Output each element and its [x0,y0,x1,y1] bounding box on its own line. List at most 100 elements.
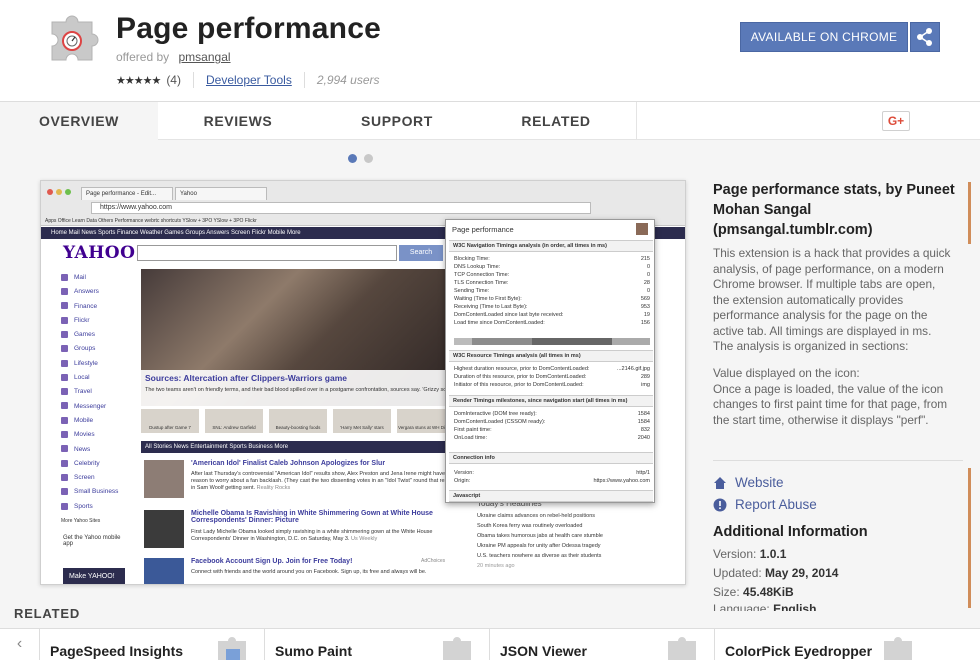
popup-avatar [636,223,648,235]
flickr-icon [61,316,68,324]
news-icon [61,445,68,453]
puzzle-extension-icon [668,637,696,660]
scroll-indicator[interactable] [968,182,971,244]
rating-stars[interactable]: ★★★★★ [116,74,161,87]
popup-row: Highest duration resource, prior to DomC… [454,366,650,372]
story-thumbnail [144,460,184,498]
celebrity-icon [61,459,68,467]
more-sites: More Yahoo Sites [61,518,101,525]
carousel-dot-active[interactable] [348,154,357,163]
popup-row: Receiving (Time to Last Byte): 953 [454,304,650,310]
related-item[interactable]: ColorPick Eyedropper [715,629,980,660]
popup-row: Duration of this resource, prior to DomC… [454,374,650,380]
story-body: Connect with friends and the world aroun… [191,569,427,575]
small-business-icon [61,488,68,496]
menu-item: Answers [61,285,141,299]
popup-section-header: W3C Navigation Timings analysis (in orde… [449,240,653,252]
story-body: First Lady Michelle Obama looked simply … [191,529,433,542]
available-on-chrome-button[interactable]: AVAILABLE ON CHROME [740,22,908,52]
size-info: Size: 45.48KiB [713,585,794,599]
address-bar: https://www.yahoo.com [91,202,591,214]
menu-item: Local [61,371,141,385]
screenshot-preview[interactable]: Page performance - Edit... Yahoo https:/… [40,180,686,585]
browser-tab: Yahoo [175,187,267,200]
popup-row: DNS Lookup Time: 0 [454,264,650,270]
headline-item: Obama takes humorous jabs at health care… [477,533,603,539]
menu-item: Sports [61,500,141,514]
messenger-icon [61,402,68,410]
hero-subtitle: The two teams aren't on friendly terms, … [145,387,457,393]
share-icon [917,28,932,46]
stories-bar: All Stories News Entertainment Sports Bu… [141,441,461,453]
related-item[interactable]: JSON Viewer [490,629,715,660]
google-plus-button[interactable]: G+ [882,111,910,131]
report-abuse-label: Report Abuse [735,497,817,512]
additional-info-title: Additional Information [713,524,868,540]
browser-tab: Page performance - Edit... [81,187,173,200]
hero-image: Sources: Altercation after Clippers-Warr… [141,269,461,406]
menu-item: Small Business [61,485,141,499]
story-item: Michelle Obama Is Ravishing in White Shi… [141,508,461,556]
rating-count[interactable]: (4) [166,73,181,87]
website-link[interactable]: Website [713,475,784,490]
tab-overview[interactable]: OVERVIEW [0,102,158,140]
menu-item: Mail [61,271,141,285]
tab-support[interactable]: SUPPORT [318,102,476,140]
category-link[interactable]: Developer Tools [206,73,292,87]
menu-item: Groups [61,342,141,356]
menu-item: Lifestyle [61,357,141,371]
report-abuse-link[interactable]: Report Abuse [713,497,817,512]
tab-reviews[interactable]: REVIEWS [158,102,318,140]
related-item-name: PageSpeed Insights [50,643,184,659]
description-title: Page performance stats, by Puneet Mohan … [713,182,955,238]
menu-item: Mobile [61,414,141,428]
hero-title: Sources: Altercation after Clippers-Warr… [145,373,348,383]
hero-caption: Sources: Altercation after Clippers-Warr… [141,370,461,406]
carousel-prev-button[interactable]: ‹ [0,629,40,660]
minimize-dot-icon [56,189,62,195]
divider [192,72,194,88]
story-title: 'American Idol' Finalist Caleb Johnson A… [191,460,386,467]
headline-item: South Korea ferry was routinely overload… [477,523,583,529]
carousel-dot[interactable] [364,154,373,163]
puzzle-extension-icon [884,637,912,660]
headline-time: 20 minutes ago [477,563,515,569]
lifestyle-icon [61,359,68,367]
popup-row: DomContentLoaded (CSSOM ready): 1584 [454,419,650,425]
local-icon [61,373,68,381]
user-count: 2,994 users [316,73,380,87]
popup-row: DomContentLoaded since last byte receive… [454,312,650,318]
offered-by-label: offered by [116,50,170,64]
tab-bar: OVERVIEW REVIEWS SUPPORT RELATED [0,102,980,140]
related-item-name: ColorPick Eyedropper [725,643,873,659]
share-button[interactable] [910,22,940,52]
extension-title: Page performance [116,12,381,45]
puzzle-extension-icon [218,637,246,660]
version-info: Version: 1.0.1 [713,547,787,561]
scroll-indicator[interactable] [968,468,971,608]
menu-item: Celebrity [61,457,141,471]
related-item[interactable]: PageSpeed Insights [40,629,265,660]
story-title: Michelle Obama Is Ravishing in White Shi… [191,510,433,524]
story-item: Facebook Account Sign Up. Join for Free … [141,556,461,584]
yahoo-menu: Mail Answers Finance Flickr Games Groups… [61,271,141,528]
games-icon [61,330,68,338]
thumb-strip: Dustup after Game 7 SNL: Andrew Garfield… [141,409,461,433]
popup-row: Initiator of this resource, prior to Dom… [454,382,650,388]
related-item[interactable]: Sumo Paint [265,629,490,660]
tab-related[interactable]: RELATED [476,102,636,140]
headline-item: Ukraine PM appeals for unity after Odess… [477,543,601,549]
home-icon [714,476,726,489]
tab-divider [636,102,637,140]
headline-item: U.S. teachers nowhere as diverse as thei… [477,553,602,559]
puzzle-extension-icon [51,15,99,61]
divider [303,72,305,88]
popup-row: Load time since DomContentLoaded: 156 [454,320,650,326]
popup-row: Origin: https://www.yahoo.com [454,478,650,484]
travel-icon [61,388,68,396]
popup-row: TLS Connection Time: 28 [454,280,650,286]
author-link[interactable]: pmsangal [179,50,231,64]
answers-icon [61,288,68,296]
related-item-name: JSON Viewer [500,643,587,659]
language-info: Language: English [713,602,817,611]
